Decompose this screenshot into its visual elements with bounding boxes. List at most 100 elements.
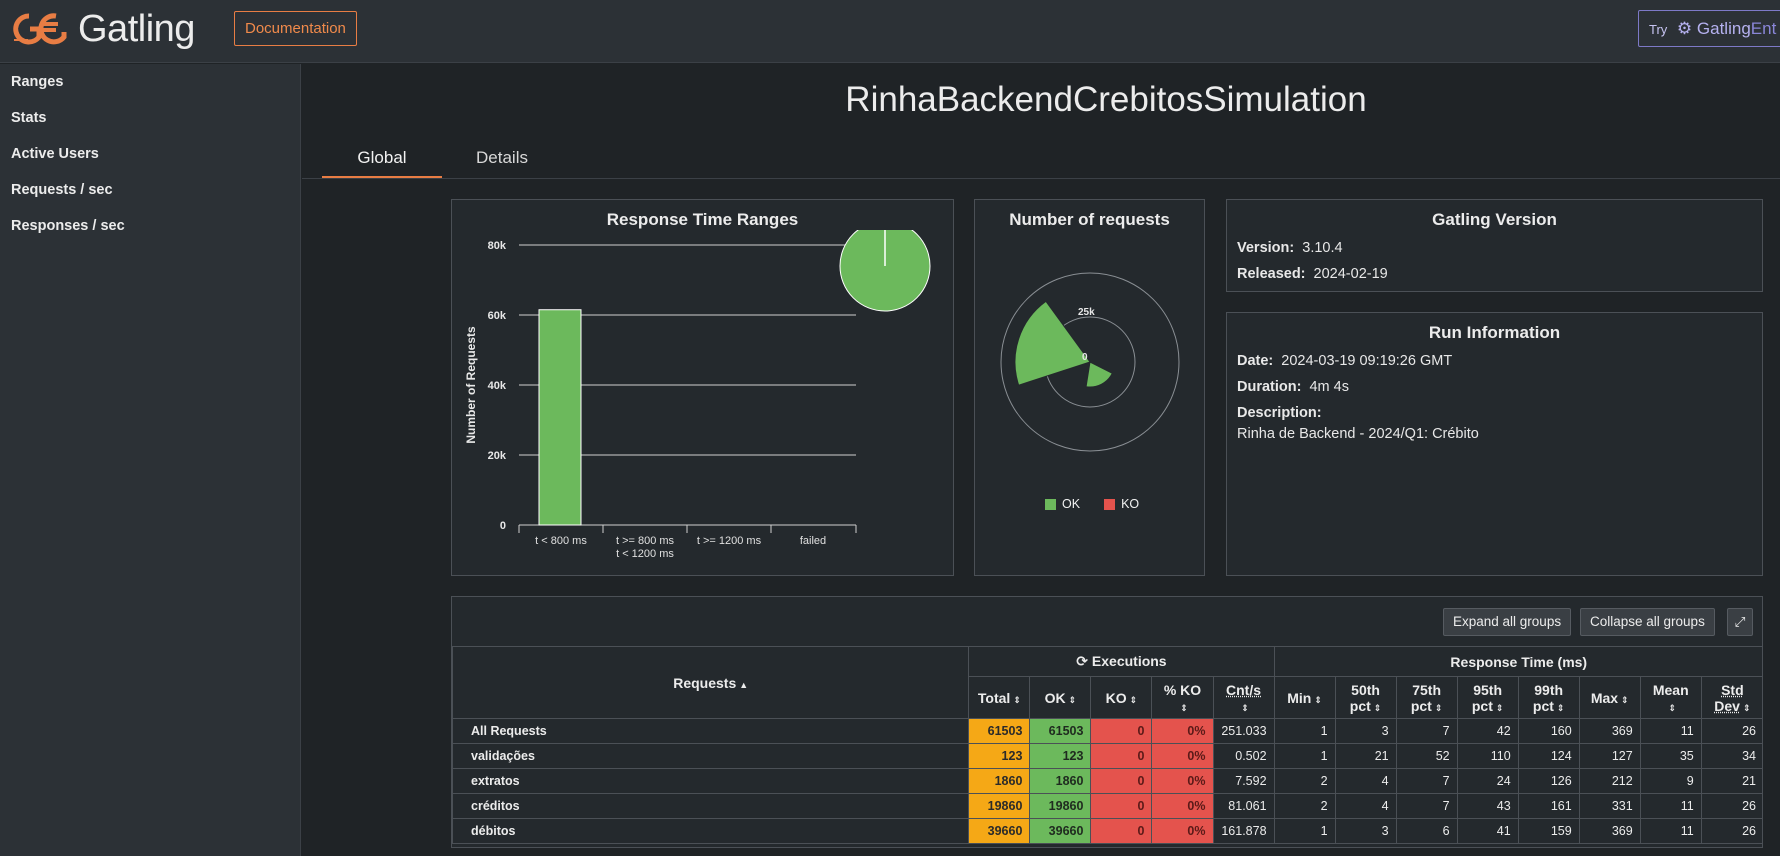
description-value: Rinha de Backend - 2024/Q1: Crébito	[1237, 426, 1762, 442]
gatling-logo-icon	[12, 12, 68, 46]
sort-icon: ⇕	[1374, 703, 1382, 713]
request-name-cell[interactable]: créditos	[453, 794, 969, 819]
sidebar-item-stats[interactable]: Stats	[0, 100, 300, 136]
cell-p75: 7	[1396, 769, 1457, 794]
gatling-logo[interactable]: Gatling	[12, 10, 195, 48]
cell-mean: 11	[1640, 819, 1701, 844]
cell-ok: 1860	[1030, 769, 1091, 794]
col-p50[interactable]: 50th pct ⇕	[1335, 677, 1396, 719]
cell-p99: 159	[1518, 819, 1579, 844]
cell-ko: 0	[1091, 769, 1152, 794]
cell-std: 26	[1701, 819, 1763, 844]
collapse-all-groups-button[interactable]: Collapse all groups	[1580, 608, 1715, 636]
ring-label-0: 0	[1082, 352, 1088, 363]
cell-min: 2	[1274, 769, 1335, 794]
cell-std: 26	[1701, 794, 1763, 819]
sort-icon: ⇕	[1496, 703, 1504, 713]
sort-icon: ⇕	[1130, 695, 1138, 705]
sidebar: Ranges Stats Active Users Requests / sec…	[0, 64, 301, 856]
legend-label-ko[interactable]: KO	[1121, 497, 1139, 511]
documentation-button[interactable]: Documentation	[234, 11, 357, 46]
fullscreen-button[interactable]: ⤢	[1727, 608, 1753, 636]
table-row[interactable]: All Requests 61503 61503 0 0% 251.033 1 3 7 42 160…	[453, 719, 1764, 744]
bar-0[interactable]	[539, 310, 581, 525]
sidebar-item-active-users[interactable]: Active Users	[0, 136, 300, 172]
tab-details[interactable]: Details	[442, 140, 562, 178]
cell-ko: 0	[1091, 719, 1152, 744]
col-pct-ko[interactable]: % KO ⇕	[1152, 677, 1213, 719]
table-row[interactable]: débitos 39660 39660 0 0% 161.878 1 3 6 41 159 369 11…	[453, 819, 1764, 844]
sort-icon: ⇕	[1241, 703, 1249, 713]
cell-max: 331	[1579, 794, 1640, 819]
cell-p95: 43	[1457, 794, 1518, 819]
cell-p95: 42	[1457, 719, 1518, 744]
cell-ko: 0	[1091, 744, 1152, 769]
col-p99[interactable]: 99th pct ⇕	[1518, 677, 1579, 719]
cell-min: 1	[1274, 719, 1335, 744]
try-enterprise-button[interactable]: Try ⚙ GatlingEnt	[1638, 10, 1780, 47]
response-time-ranges-panel: Response Time Ranges 80k 60k 40k 20k 0 N…	[451, 199, 954, 576]
polar-slice-ok-inner[interactable]	[1086, 362, 1112, 387]
date-value: 2024-03-19 09:19:26 GMT	[1281, 353, 1452, 369]
cell-std: 21	[1701, 769, 1763, 794]
try-brand: ⚙ GatlingEnt	[1677, 19, 1776, 38]
sidebar-item-requests-sec[interactable]: Requests / sec	[0, 172, 300, 208]
cell-max: 369	[1579, 719, 1640, 744]
cell-pko: 0%	[1152, 794, 1213, 819]
col-min[interactable]: Min ⇕	[1274, 677, 1335, 719]
sidebar-item-responses-sec[interactable]: Responses / sec	[0, 208, 300, 244]
cell-ok: 39660	[1030, 819, 1091, 844]
version-label: Version:	[1237, 240, 1294, 256]
expand-all-groups-button[interactable]: Expand all groups	[1443, 608, 1571, 636]
cell-p50: 4	[1335, 794, 1396, 819]
col-mean[interactable]: Mean ⇕	[1640, 677, 1701, 719]
run-information-panel: Run Information Date: 2024-03-19 09:19:2…	[1226, 312, 1763, 576]
col-cnt-s[interactable]: Cnt/s ⇕	[1213, 677, 1274, 719]
request-name-cell[interactable]: validações	[453, 744, 969, 769]
cell-p75: 52	[1396, 744, 1457, 769]
col-p75[interactable]: 75th pct ⇕	[1396, 677, 1457, 719]
stats-table-body: All Requests 61503 61503 0 0% 251.033 1 3 7 42 160…	[453, 719, 1764, 844]
cell-p50: 21	[1335, 744, 1396, 769]
request-name-cell[interactable]: extratos	[453, 769, 969, 794]
cell-std: 26	[1701, 719, 1763, 744]
sort-icon: ⇕	[1743, 703, 1751, 713]
cell-p99: 161	[1518, 794, 1579, 819]
tab-global[interactable]: Global	[322, 140, 442, 178]
gatling-version-title: Gatling Version	[1227, 210, 1762, 230]
cell-min: 1	[1274, 819, 1335, 844]
cell-mean: 35	[1640, 744, 1701, 769]
cell-p95: 110	[1457, 744, 1518, 769]
cell-max: 212	[1579, 769, 1640, 794]
requests-column-header[interactable]: Requests ▲	[453, 647, 969, 719]
cell-total: 19860	[969, 794, 1030, 819]
cell-min: 1	[1274, 744, 1335, 769]
cell-max: 369	[1579, 819, 1640, 844]
request-name-cell[interactable]: débitos	[453, 819, 969, 844]
request-name-cell[interactable]: All Requests	[453, 719, 969, 744]
col-total[interactable]: Total ⇕	[969, 677, 1030, 719]
table-row[interactable]: créditos 19860 19860 0 0% 81.061 2 4 7 43 161 331 11…	[453, 794, 1764, 819]
legend-label-ok[interactable]: OK	[1062, 497, 1080, 511]
col-ko[interactable]: KO ⇕	[1091, 677, 1152, 719]
expand-icon: ⤢	[1735, 614, 1746, 629]
legend-swatch-ok	[1045, 499, 1056, 510]
table-row[interactable]: extratos 1860 1860 0 0% 7.592 2 4 7 24 126 212 9 21	[453, 769, 1764, 794]
y-tick-label: 20k	[488, 450, 507, 462]
try-brand-text: Gatling	[1697, 19, 1751, 38]
col-ok[interactable]: OK ⇕	[1030, 677, 1091, 719]
cell-ok: 19860	[1030, 794, 1091, 819]
date-row: Date: 2024-03-19 09:19:26 GMT	[1237, 353, 1762, 369]
cell-p50: 4	[1335, 769, 1396, 794]
sort-icon: ⇕	[1668, 703, 1676, 713]
tabs-divider	[302, 178, 1780, 179]
table-row[interactable]: validações 123 123 0 0% 0.502 1 21 52 110 124 127 35…	[453, 744, 1764, 769]
sidebar-item-ranges[interactable]: Ranges	[0, 64, 300, 100]
col-max[interactable]: Max ⇕	[1579, 677, 1640, 719]
cell-cnt: 7.592	[1213, 769, 1274, 794]
col-p95[interactable]: 95th pct ⇕	[1457, 677, 1518, 719]
enterprise-logo-icon: ⚙	[1677, 19, 1692, 38]
col-std-dev[interactable]: Std Dev ⇕	[1701, 677, 1763, 719]
stats-table: Requests ▲ ⟳ Executions Response Time (ms…	[452, 646, 1763, 844]
cell-p95: 41	[1457, 819, 1518, 844]
